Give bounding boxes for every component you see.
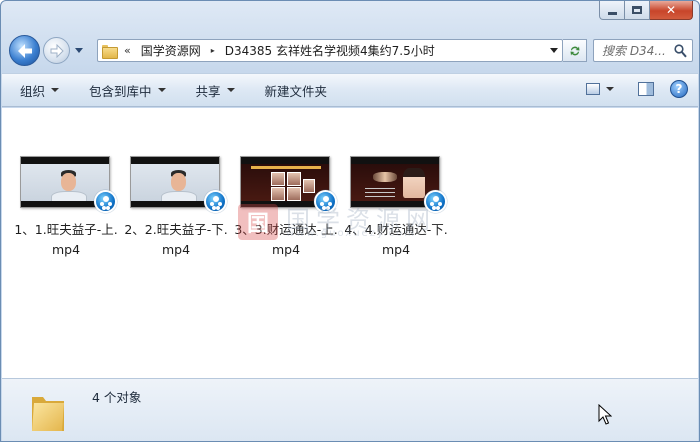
share-menu[interactable]: 共享 — [196, 81, 235, 100]
organize-label: 组织 — [20, 83, 46, 99]
command-bar-tools: ? — [586, 80, 688, 98]
view-options-dropdown-icon[interactable] — [606, 87, 614, 91]
close-button[interactable]: ✕ — [650, 1, 693, 20]
refresh-button[interactable] — [563, 39, 587, 62]
search-input[interactable]: 搜索 D34... — [602, 42, 676, 59]
maximize-button[interactable] — [625, 1, 650, 20]
file-name-line: 3、3.财运通达-上. — [234, 222, 338, 237]
breadcrumb-separator[interactable]: ▸ — [211, 46, 215, 55]
chevron-down-icon — [75, 48, 83, 53]
file-name[interactable]: 4、4.财运通达-下. mp4 — [340, 220, 452, 260]
mouse-cursor-icon — [598, 404, 612, 425]
search-icon[interactable] — [674, 44, 687, 58]
address-bar[interactable]: « 国学资源网 ▸ D34385 玄祥姓名学视频4集约7.5小时 — [97, 39, 563, 62]
thumbnail-detail — [171, 173, 186, 191]
dropdown-arrow-icon — [157, 88, 166, 92]
thumbnail-detail — [271, 187, 285, 201]
thumbnail-detail — [61, 173, 76, 191]
thumbnail-detail — [251, 166, 321, 169]
minimize-icon — [607, 11, 617, 15]
thumbnail-detail — [287, 172, 301, 186]
caption-buttons: ✕ — [599, 1, 693, 20]
new-folder-label: 新建文件夹 — [264, 83, 328, 99]
thumbnail-detail — [271, 172, 285, 186]
file-list[interactable]: 1、1.旺夫益子-上. mp4 2、2.旺夫益子-下. mp4 3、3.财运通达… — [2, 108, 698, 378]
item-count: 4 个对象 — [92, 390, 142, 405]
thumbnail-letterbox — [241, 157, 329, 164]
address-dropdown-icon[interactable] — [550, 48, 558, 53]
file-name-line: 2、2.旺夫益子-下. — [124, 222, 228, 237]
thumbnail-detail — [403, 168, 425, 198]
thumbnail-detail — [365, 188, 395, 198]
refresh-icon — [570, 46, 579, 55]
close-icon: ✕ — [665, 3, 677, 17]
thumbnail-detail — [373, 172, 397, 182]
breadcrumb-current[interactable]: D34385 玄祥姓名学视频4集约7.5小时 — [225, 42, 435, 59]
recent-pages-button[interactable] — [73, 44, 85, 56]
media-player-icon — [314, 190, 337, 213]
media-player-icon — [94, 190, 117, 213]
include-in-library-label: 包含到库中 — [89, 83, 152, 99]
explorer-window: ✕ « 国学资源网 ▸ D34385 玄祥姓名学视频4集约7.5小时 搜索 D3… — [0, 0, 700, 442]
file-name[interactable]: 2、2.旺夫益子-下. mp4 — [120, 220, 232, 260]
minimize-button[interactable] — [599, 1, 625, 20]
file-name[interactable]: 3、3.财运通达-上. mp4 — [230, 220, 342, 260]
media-player-icon — [204, 190, 227, 213]
navigation-row: « 国学资源网 ▸ D34385 玄祥姓名学视频4集约7.5小时 搜索 D34.… — [9, 35, 693, 66]
new-folder-button[interactable]: 新建文件夹 — [265, 81, 328, 100]
thumbnail-detail — [287, 187, 301, 201]
file-name-line: mp4 — [51, 242, 81, 257]
thumbnail-letterbox — [21, 157, 109, 164]
command-bar: 组织 包含到库中 共享 新建文件夹 ? — [2, 73, 698, 107]
preview-pane-icon[interactable] — [638, 82, 654, 96]
breadcrumb-root[interactable]: 国学资源网 — [141, 42, 201, 59]
arrow-right-icon — [50, 43, 64, 58]
folder-icon — [102, 44, 118, 59]
file-name-line: mp4 — [161, 242, 191, 257]
include-in-library-menu[interactable]: 包含到库中 — [89, 81, 166, 100]
dropdown-arrow-icon — [226, 88, 235, 92]
thumbnail-letterbox — [131, 157, 219, 164]
file-name[interactable]: 1、1.旺夫益子-上. mp4 — [10, 220, 122, 260]
thumbnail-detail — [303, 179, 315, 193]
file-name-line: mp4 — [381, 242, 411, 257]
folder-icon — [32, 397, 64, 431]
media-player-icon — [424, 190, 447, 213]
help-icon[interactable]: ? — [670, 80, 688, 98]
dropdown-arrow-icon — [51, 88, 60, 92]
file-name-line: mp4 — [271, 242, 301, 257]
search-box[interactable]: 搜索 D34... — [593, 39, 693, 62]
back-button[interactable] — [9, 35, 40, 66]
organize-menu[interactable]: 组织 — [20, 81, 60, 100]
change-view-icon[interactable] — [586, 83, 600, 95]
maximize-icon — [632, 6, 642, 14]
file-name-line: 4、4.财运通达-下. — [344, 222, 448, 237]
thumbnail-letterbox — [351, 157, 439, 164]
breadcrumb-overflow[interactable]: « — [124, 44, 131, 57]
file-name-line: 1、1.旺夫益子-上. — [14, 222, 118, 237]
share-label: 共享 — [195, 83, 221, 99]
arrow-left-icon — [17, 43, 32, 58]
details-pane: 4 个对象 — [2, 378, 698, 441]
forward-button[interactable] — [43, 37, 70, 64]
